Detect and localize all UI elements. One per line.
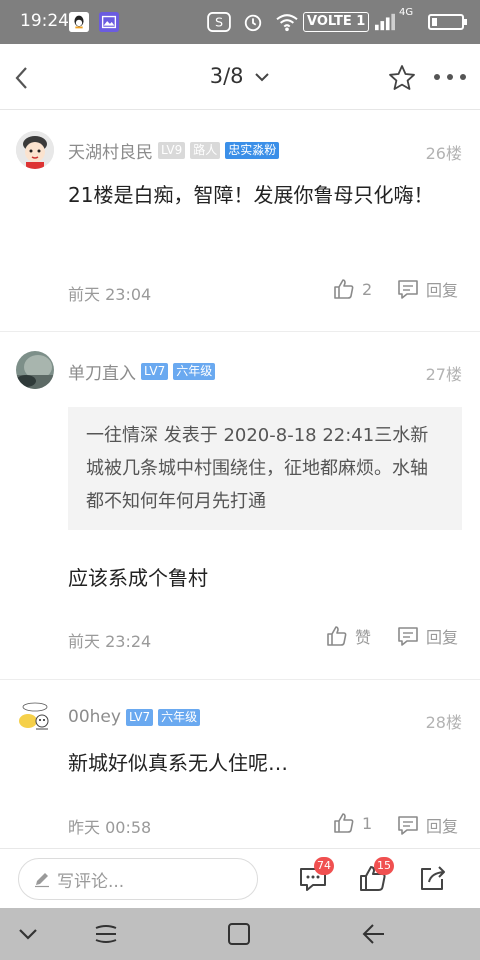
user-info-row: 00hey LV7 六年级 bbox=[68, 707, 201, 727]
chevron-down-icon bbox=[255, 73, 269, 82]
reply-icon bbox=[398, 627, 418, 646]
back-arrow-icon[interactable] bbox=[359, 920, 387, 948]
like-count: 2 bbox=[362, 279, 373, 299]
alarm-icon bbox=[244, 14, 262, 32]
like-count: 1 bbox=[362, 813, 373, 833]
grade-badge: 六年级 bbox=[173, 363, 216, 380]
status-time: 19:24 bbox=[20, 11, 69, 31]
signal-icon bbox=[375, 13, 395, 31]
post-time: 昨天 00:58 bbox=[68, 818, 152, 837]
system-nav-bar bbox=[0, 908, 480, 960]
home-icon[interactable] bbox=[225, 920, 253, 948]
title-badge: 路人 bbox=[190, 142, 221, 159]
more-options-icon[interactable] bbox=[433, 72, 467, 82]
comment-count-badge: 74 bbox=[314, 857, 334, 875]
status-bar: 19:24 S VOLTE 1 4G bbox=[0, 0, 480, 44]
favorite-star-icon[interactable] bbox=[387, 63, 417, 93]
level-badge: LV7 bbox=[125, 708, 154, 726]
avatar[interactable] bbox=[16, 351, 54, 389]
avatar[interactable] bbox=[16, 131, 54, 169]
share-button[interactable] bbox=[418, 863, 450, 895]
floor-number: 27楼 bbox=[425, 365, 462, 384]
post-floor-27: 单刀直入 LV7 六年级 27楼 一往情深 发表于 2020-8-18 22:4… bbox=[0, 332, 480, 680]
svg-text:S: S bbox=[215, 15, 223, 30]
user-avatar-image bbox=[16, 351, 54, 389]
pencil-icon bbox=[35, 873, 49, 888]
floor-number: 26楼 bbox=[425, 144, 462, 163]
share-icon bbox=[421, 866, 445, 890]
wifi-icon bbox=[276, 14, 298, 32]
user-info-row: 天湖村良民 LV9 路人 忠实淼粉 bbox=[68, 138, 280, 163]
thumbs-up-icon bbox=[334, 813, 354, 833]
like-post-button[interactable]: 15 bbox=[358, 857, 394, 895]
post-time: 前天 23:24 bbox=[68, 632, 152, 651]
chevron-down-icon[interactable] bbox=[14, 920, 42, 948]
recent-apps-icon[interactable] bbox=[92, 920, 120, 948]
floor-number: 28楼 bbox=[425, 713, 462, 732]
user-avatar-image bbox=[16, 699, 54, 737]
reply-button[interactable]: 回复 bbox=[396, 277, 458, 301]
post-content: 新城好似真系无人住呢… bbox=[68, 751, 288, 775]
sogou-icon: S bbox=[207, 12, 231, 32]
thumbs-up-icon bbox=[327, 626, 347, 646]
network-type: 4G bbox=[399, 7, 414, 18]
level-badge: LV9 bbox=[158, 142, 186, 159]
reply-button[interactable]: 回复 bbox=[396, 624, 458, 648]
reply-icon bbox=[398, 280, 418, 299]
gallery-icon bbox=[99, 12, 119, 32]
user-avatar-image bbox=[16, 131, 54, 169]
username[interactable]: 单刀直入 bbox=[68, 359, 136, 384]
post-content: 应该系成个鲁村 bbox=[68, 566, 208, 590]
comments-button[interactable]: 74 bbox=[298, 857, 334, 895]
like-button[interactable]: 2 bbox=[332, 277, 372, 301]
grade-badge: 六年级 bbox=[158, 708, 201, 726]
reply-button[interactable]: 回复 bbox=[396, 813, 458, 837]
post-time: 前天 23:04 bbox=[68, 285, 152, 304]
user-info-row: 单刀直入 LV7 六年级 bbox=[68, 359, 216, 384]
username[interactable]: 天湖村良民 bbox=[68, 138, 153, 163]
level-badge: LV7 bbox=[141, 363, 169, 380]
comment-placeholder: 写评论... bbox=[57, 871, 125, 892]
post-floor-26: 天湖村良民 LV9 路人 忠实淼粉 26楼 21楼是白痴，智障！发展你鲁母只化嗨… bbox=[0, 110, 480, 332]
comment-bar: 写评论... 74 15 bbox=[0, 848, 480, 908]
quoted-post[interactable]: 一往情深 发表于 2020-8-18 22:41三水新城被几条城中村围绕住，征地… bbox=[68, 407, 462, 530]
comment-input[interactable]: 写评论... bbox=[18, 858, 258, 900]
reply-label: 回复 bbox=[426, 817, 459, 836]
like-button[interactable]: 赞 bbox=[325, 624, 371, 648]
like-count-badge: 15 bbox=[374, 857, 394, 875]
fan-badge: 忠实淼粉 bbox=[225, 142, 280, 159]
post-floor-28: 00hey LV7 六年级 28楼 新城好似真系无人住呢… 昨天 00:58 1… bbox=[0, 680, 480, 848]
top-nav-bar: 3/8 bbox=[0, 44, 480, 110]
username[interactable]: 00hey bbox=[68, 707, 121, 727]
thumbs-up-icon bbox=[334, 279, 354, 299]
reply-label: 回复 bbox=[426, 281, 459, 300]
volte-label: VOLTE 1 bbox=[303, 12, 370, 32]
reply-icon bbox=[398, 816, 418, 835]
like-button[interactable]: 1 bbox=[332, 811, 372, 835]
qq-icon bbox=[69, 12, 89, 32]
page-indicator-text: 3/8 bbox=[209, 64, 244, 88]
reply-label: 回复 bbox=[426, 628, 459, 647]
post-content: 21楼是白痴，智障！发展你鲁母只化嗨！ bbox=[68, 183, 434, 207]
like-label: 赞 bbox=[355, 628, 372, 647]
avatar[interactable] bbox=[16, 699, 54, 737]
battery-icon bbox=[428, 14, 467, 30]
